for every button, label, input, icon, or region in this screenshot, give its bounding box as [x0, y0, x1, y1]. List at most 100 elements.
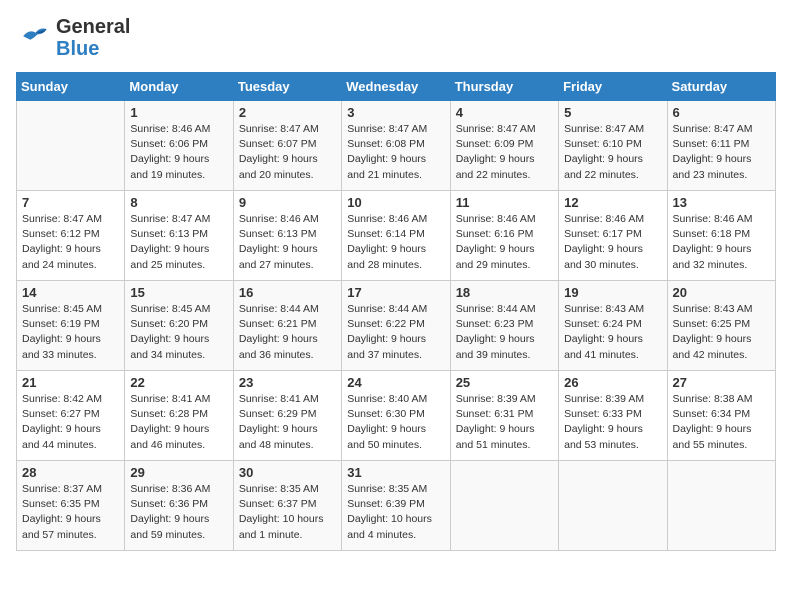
cell-details: Sunrise: 8:36 AMSunset: 6:36 PMDaylight:… [130, 482, 227, 543]
calendar-week-3: 21 Sunrise: 8:42 AMSunset: 6:27 PMDayligh… [17, 371, 776, 461]
weekday-header-wednesday: Wednesday [342, 73, 450, 101]
calendar-cell: 12 Sunrise: 8:46 AMSunset: 6:17 PMDayligh… [559, 191, 667, 281]
cell-details: Sunrise: 8:44 AMSunset: 6:21 PMDaylight:… [239, 302, 336, 363]
page-header: General Blue [16, 16, 776, 60]
day-number: 3 [347, 105, 444, 120]
cell-details: Sunrise: 8:37 AMSunset: 6:35 PMDaylight:… [22, 482, 119, 543]
calendar-cell [17, 101, 125, 191]
logo-general: General [56, 16, 130, 38]
day-number: 11 [456, 195, 553, 210]
weekday-header-monday: Monday [125, 73, 233, 101]
cell-details: Sunrise: 8:39 AMSunset: 6:31 PMDaylight:… [456, 392, 553, 453]
calendar-cell: 18 Sunrise: 8:44 AMSunset: 6:23 PMDayligh… [450, 281, 558, 371]
day-number: 28 [22, 465, 119, 480]
general-blue-logo [16, 20, 52, 56]
calendar-cell: 22 Sunrise: 8:41 AMSunset: 6:28 PMDayligh… [125, 371, 233, 461]
day-number: 4 [456, 105, 553, 120]
logo-blue: Blue [56, 38, 130, 60]
calendar-cell: 19Sunrise: 8:43 AMSunset: 6:24 PMDayligh… [559, 281, 667, 371]
calendar-cell [450, 461, 558, 551]
cell-details: Sunrise: 8:46 AMSunset: 6:18 PMDaylight:… [673, 212, 770, 273]
calendar-cell: 4 Sunrise: 8:47 AMSunset: 6:09 PMDaylight… [450, 101, 558, 191]
day-number: 15 [130, 285, 227, 300]
calendar-cell: 3Sunrise: 8:47 AMSunset: 6:08 PMDaylight… [342, 101, 450, 191]
calendar-cell: 20 Sunrise: 8:43 AMSunset: 6:25 PMDayligh… [667, 281, 775, 371]
calendar-week-0: 1 Sunrise: 8:46 AMSunset: 6:06 PMDaylight… [17, 101, 776, 191]
cell-details: Sunrise: 8:46 AMSunset: 6:06 PMDaylight:… [130, 122, 227, 183]
day-number: 10 [347, 195, 444, 210]
calendar-cell: 7Sunrise: 8:47 AMSunset: 6:12 PMDaylight… [17, 191, 125, 281]
calendar-cell: 31Sunrise: 8:35 AMSunset: 6:39 PMDayligh… [342, 461, 450, 551]
calendar-body: 1 Sunrise: 8:46 AMSunset: 6:06 PMDaylight… [17, 101, 776, 551]
calendar-week-4: 28 Sunrise: 8:37 AMSunset: 6:35 PMDayligh… [17, 461, 776, 551]
day-number: 8 [130, 195, 227, 210]
calendar-cell: 6Sunrise: 8:47 AMSunset: 6:11 PMDaylight… [667, 101, 775, 191]
day-number: 7 [22, 195, 119, 210]
cell-details: Sunrise: 8:40 AMSunset: 6:30 PMDaylight:… [347, 392, 444, 453]
cell-details: Sunrise: 8:47 AMSunset: 6:07 PMDaylight:… [239, 122, 336, 183]
day-number: 17 [347, 285, 444, 300]
cell-details: Sunrise: 8:46 AMSunset: 6:13 PMDaylight:… [239, 212, 336, 273]
day-number: 20 [673, 285, 770, 300]
cell-details: Sunrise: 8:41 AMSunset: 6:28 PMDaylight:… [130, 392, 227, 453]
calendar-table: SundayMondayTuesdayWednesdayThursdayFrid… [16, 72, 776, 551]
cell-details: Sunrise: 8:46 AMSunset: 6:17 PMDaylight:… [564, 212, 661, 273]
cell-details: Sunrise: 8:47 AMSunset: 6:13 PMDaylight:… [130, 212, 227, 273]
calendar-cell: 23Sunrise: 8:41 AMSunset: 6:29 PMDayligh… [233, 371, 341, 461]
cell-details: Sunrise: 8:43 AMSunset: 6:25 PMDaylight:… [673, 302, 770, 363]
calendar-cell: 13 Sunrise: 8:46 AMSunset: 6:18 PMDayligh… [667, 191, 775, 281]
day-number: 1 [130, 105, 227, 120]
day-number: 14 [22, 285, 119, 300]
calendar-cell: 28 Sunrise: 8:37 AMSunset: 6:35 PMDayligh… [17, 461, 125, 551]
cell-details: Sunrise: 8:45 AMSunset: 6:19 PMDaylight:… [22, 302, 119, 363]
calendar-cell: 9Sunrise: 8:46 AMSunset: 6:13 PMDaylight… [233, 191, 341, 281]
calendar-cell: 8 Sunrise: 8:47 AMSunset: 6:13 PMDaylight… [125, 191, 233, 281]
day-number: 30 [239, 465, 336, 480]
day-number: 27 [673, 375, 770, 390]
calendar-cell [559, 461, 667, 551]
day-number: 21 [22, 375, 119, 390]
cell-details: Sunrise: 8:44 AMSunset: 6:22 PMDaylight:… [347, 302, 444, 363]
cell-details: Sunrise: 8:46 AMSunset: 6:14 PMDaylight:… [347, 212, 444, 273]
calendar-cell: 1 Sunrise: 8:46 AMSunset: 6:06 PMDaylight… [125, 101, 233, 191]
logo: General Blue [16, 16, 130, 60]
calendar-cell: 10 Sunrise: 8:46 AMSunset: 6:14 PMDayligh… [342, 191, 450, 281]
cell-details: Sunrise: 8:39 AMSunset: 6:33 PMDaylight:… [564, 392, 661, 453]
day-number: 18 [456, 285, 553, 300]
calendar-cell: 5 Sunrise: 8:47 AMSunset: 6:10 PMDaylight… [559, 101, 667, 191]
calendar-cell: 30Sunrise: 8:35 AMSunset: 6:37 PMDayligh… [233, 461, 341, 551]
day-number: 6 [673, 105, 770, 120]
calendar-cell: 11 Sunrise: 8:46 AMSunset: 6:16 PMDayligh… [450, 191, 558, 281]
day-number: 13 [673, 195, 770, 210]
calendar-cell: 15Sunrise: 8:45 AMSunset: 6:20 PMDayligh… [125, 281, 233, 371]
calendar-cell: 16 Sunrise: 8:44 AMSunset: 6:21 PMDayligh… [233, 281, 341, 371]
day-number: 2 [239, 105, 336, 120]
day-number: 5 [564, 105, 661, 120]
calendar-cell: 24Sunrise: 8:40 AMSunset: 6:30 PMDayligh… [342, 371, 450, 461]
day-number: 22 [130, 375, 227, 390]
day-number: 29 [130, 465, 227, 480]
calendar-week-1: 7Sunrise: 8:47 AMSunset: 6:12 PMDaylight… [17, 191, 776, 281]
day-number: 12 [564, 195, 661, 210]
calendar-cell: 21 Sunrise: 8:42 AMSunset: 6:27 PMDayligh… [17, 371, 125, 461]
cell-details: Sunrise: 8:47 AMSunset: 6:10 PMDaylight:… [564, 122, 661, 183]
calendar-cell: 14 Sunrise: 8:45 AMSunset: 6:19 PMDayligh… [17, 281, 125, 371]
cell-details: Sunrise: 8:43 AMSunset: 6:24 PMDaylight:… [564, 302, 661, 363]
weekday-header-thursday: Thursday [450, 73, 558, 101]
cell-details: Sunrise: 8:44 AMSunset: 6:23 PMDaylight:… [456, 302, 553, 363]
calendar-cell [667, 461, 775, 551]
day-number: 16 [239, 285, 336, 300]
day-number: 25 [456, 375, 553, 390]
calendar-cell: 17 Sunrise: 8:44 AMSunset: 6:22 PMDayligh… [342, 281, 450, 371]
day-number: 23 [239, 375, 336, 390]
weekday-header-saturday: Saturday [667, 73, 775, 101]
cell-details: Sunrise: 8:46 AMSunset: 6:16 PMDaylight:… [456, 212, 553, 273]
cell-details: Sunrise: 8:38 AMSunset: 6:34 PMDaylight:… [673, 392, 770, 453]
weekday-header-sunday: Sunday [17, 73, 125, 101]
weekday-header-tuesday: Tuesday [233, 73, 341, 101]
cell-details: Sunrise: 8:42 AMSunset: 6:27 PMDaylight:… [22, 392, 119, 453]
calendar-cell: 26Sunrise: 8:39 AMSunset: 6:33 PMDayligh… [559, 371, 667, 461]
cell-details: Sunrise: 8:47 AMSunset: 6:09 PMDaylight:… [456, 122, 553, 183]
calendar-cell: 25 Sunrise: 8:39 AMSunset: 6:31 PMDayligh… [450, 371, 558, 461]
day-number: 31 [347, 465, 444, 480]
